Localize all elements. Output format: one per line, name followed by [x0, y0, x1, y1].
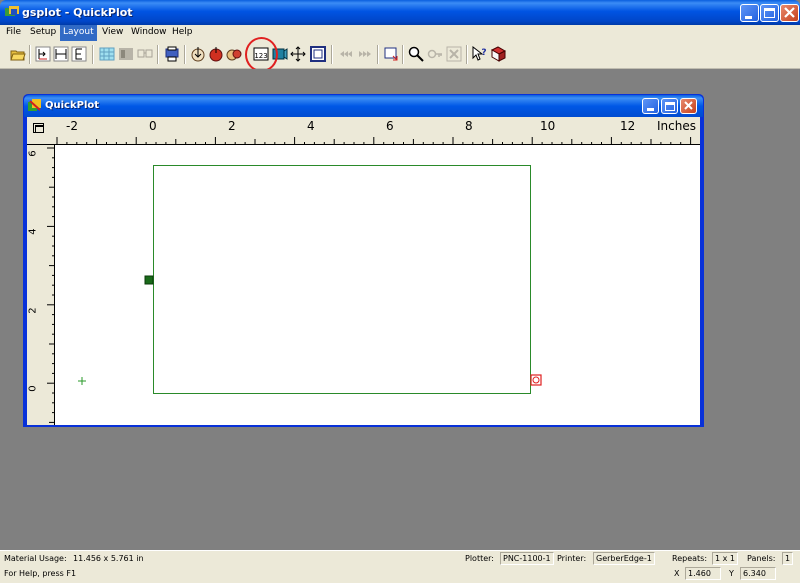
help-book-icon[interactable]: [490, 46, 506, 62]
window-title: gsplot - QuickPlot: [22, 6, 133, 19]
menu-bar: File Setup Layout View Window Help: [0, 25, 800, 41]
maximize-icon: [764, 8, 775, 18]
link-icon[interactable]: [137, 46, 153, 62]
panels-value: 1: [782, 552, 794, 565]
help-text: For Help, press F1: [4, 569, 77, 578]
repeats-value: 1 x 1: [712, 552, 738, 565]
quickplot-child-window: QuickPlot -2 0 2 4 6 8 10 12 Inches 6 4 …: [23, 94, 704, 427]
toolbar-separator: [466, 45, 468, 64]
frame-icon[interactable]: [310, 46, 326, 62]
layer-icon[interactable]: [118, 46, 134, 62]
key-icon[interactable]: [427, 46, 443, 62]
menu-layout[interactable]: Layout: [60, 25, 97, 41]
context-help-icon[interactable]: ?: [472, 46, 488, 62]
plotter-value: PNC-1100-1: [500, 552, 554, 565]
send-down-icon[interactable]: [190, 46, 206, 62]
selection-handle[interactable]: [144, 275, 154, 285]
menu-view[interactable]: View: [99, 25, 126, 41]
delete-icon[interactable]: [446, 46, 462, 62]
rewind-icon[interactable]: [338, 46, 354, 62]
close-icon: [784, 7, 795, 18]
toolbar: 123 ?: [0, 41, 800, 69]
toolbar-separator: [331, 45, 333, 64]
horizontal-ruler-ticks: [56, 137, 692, 145]
child-close-button[interactable]: [680, 98, 697, 114]
material-usage-label: Material Usage:: [4, 554, 67, 563]
printer-label: Printer:: [557, 554, 587, 563]
x-coord-value: 1.460: [685, 567, 721, 580]
app-icon: [5, 6, 19, 16]
panels-label: Panels:: [747, 554, 776, 563]
grid-fill-icon[interactable]: [99, 46, 115, 62]
menu-file[interactable]: File: [3, 25, 24, 41]
maximize-icon: [665, 102, 675, 111]
fast-forward-icon[interactable]: [357, 46, 373, 62]
status-bar: Material Usage: 11.456 x 5.761 in Plotte…: [0, 550, 800, 583]
weed-icon[interactable]: [226, 46, 242, 62]
close-button[interactable]: [780, 4, 799, 22]
zoom-icon[interactable]: [408, 46, 424, 62]
move-icon[interactable]: [290, 46, 306, 62]
toolbar-separator: [29, 45, 31, 64]
svg-text:?: ?: [481, 48, 486, 58]
menu-setup[interactable]: Setup: [27, 25, 59, 41]
align-edge-icon[interactable]: [71, 46, 87, 62]
record-icon[interactable]: [208, 46, 224, 62]
y-coord-value: 6.340: [740, 567, 776, 580]
child-title-bar[interactable]: QuickPlot: [24, 95, 703, 117]
minimize-icon: [647, 108, 654, 111]
minimize-button[interactable]: [740, 4, 759, 22]
child-client-area: -2 0 2 4 6 8 10 12 Inches 6 4 2 0: [27, 117, 700, 425]
toolbar-separator: [402, 45, 404, 64]
child-maximize-button[interactable]: [661, 98, 678, 114]
plotter-label: Plotter:: [465, 554, 494, 563]
plot-icon[interactable]: [164, 46, 180, 62]
highlight-circle: [245, 37, 278, 72]
minimize-icon: [745, 16, 752, 19]
toolbar-separator: [377, 45, 379, 64]
layout-canvas[interactable]: [56, 146, 700, 425]
x-coord-label: X: [674, 569, 680, 578]
main-title-bar[interactable]: gsplot - QuickPlot: [0, 0, 800, 25]
align-left-icon[interactable]: [35, 46, 51, 62]
open-folder-icon[interactable]: [10, 46, 26, 62]
menu-help[interactable]: Help: [169, 25, 196, 41]
repeats-label: Repeats:: [672, 554, 708, 563]
origin-marker: [78, 377, 86, 385]
child-window-title: QuickPlot: [45, 100, 100, 111]
quickplot-icon: [28, 99, 41, 111]
child-minimize-button[interactable]: [642, 98, 659, 114]
toolbar-separator: [184, 45, 186, 64]
horizontal-ruler: -2 0 2 4 6 8 10 12 Inches: [27, 117, 700, 145]
menu-window[interactable]: Window: [128, 25, 170, 41]
align-center-icon[interactable]: [53, 46, 69, 62]
select-rect-icon[interactable]: [383, 46, 399, 62]
maximize-button[interactable]: [760, 4, 779, 22]
printer-value: GerberEdge-1: [593, 552, 655, 565]
y-coord-label: Y: [729, 569, 734, 578]
toolbar-separator: [92, 45, 94, 64]
vertical-ruler: 6 4 2 0: [27, 145, 55, 425]
vertical-ruler-ticks: [47, 147, 55, 423]
toolbar-separator: [157, 45, 159, 64]
layout-drawing: [78, 165, 542, 394]
material-rectangle[interactable]: [153, 165, 531, 394]
close-icon: [684, 101, 693, 110]
material-usage-value: 11.456 x 5.761 in: [73, 554, 144, 563]
